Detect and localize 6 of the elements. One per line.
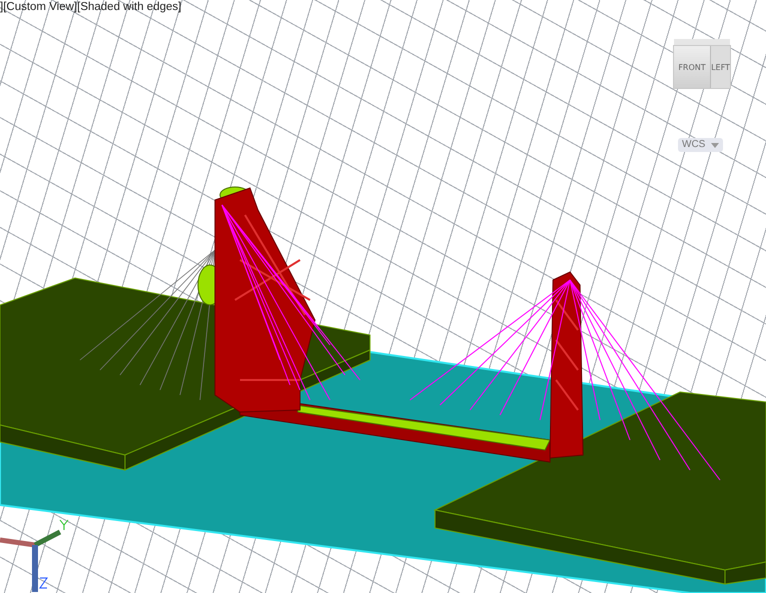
ucs-icon [0,520,68,592]
caret-icon [711,143,720,148]
viewcube-face[interactable]: LEFT [710,46,730,88]
viewcube-face[interactable]: FRONT [674,62,710,72]
viewport-label[interactable]: ][Custom View][Shaded with edges] [0,0,182,15]
wcs-button[interactable]: WCS [678,138,724,152]
